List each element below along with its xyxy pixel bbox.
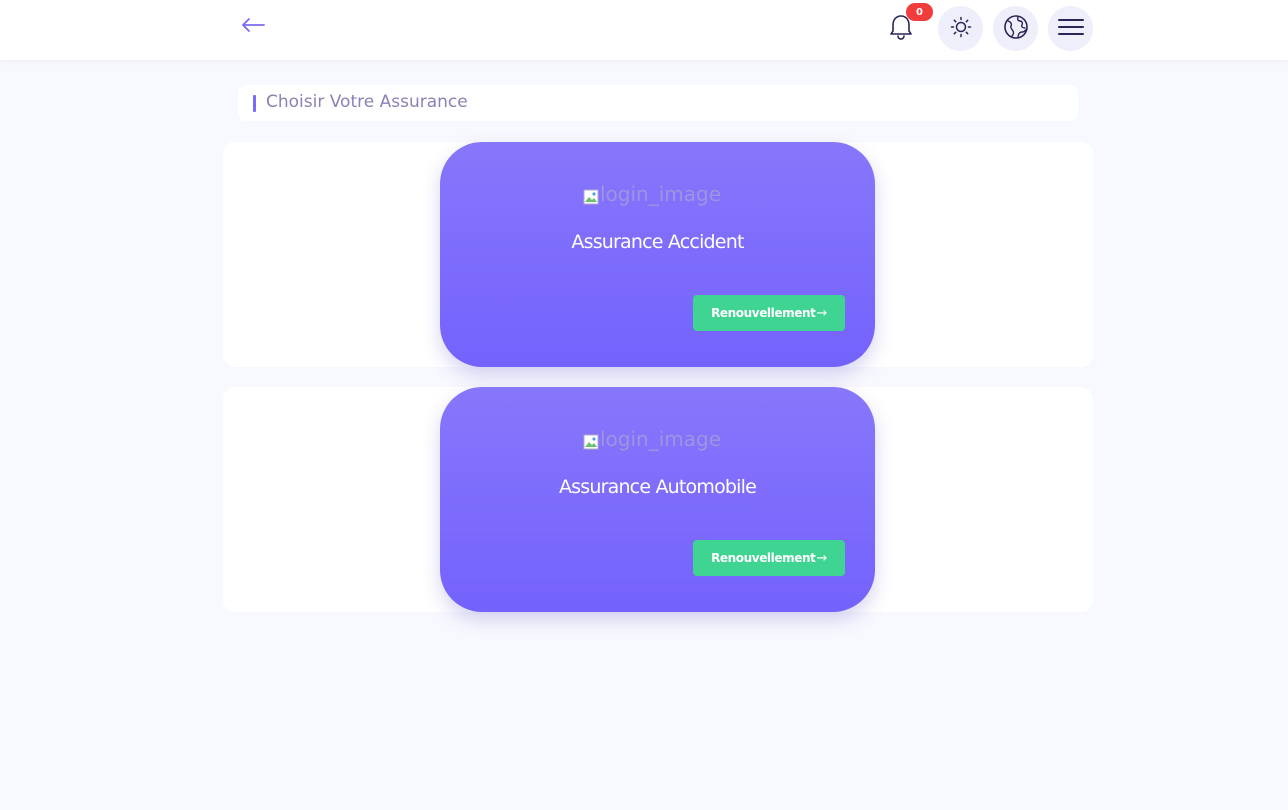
back-button[interactable] (238, 12, 268, 42)
broken-image-icon (583, 186, 599, 205)
renewal-button[interactable]: Renouvellement → (693, 540, 845, 576)
title-accent-bar (253, 95, 256, 112)
notification-count-badge: 0 (906, 3, 933, 21)
insurance-card-accident[interactable]: login_image Assurance Accident Renouvell… (440, 142, 875, 367)
top-navigation-bar: 0 (0, 0, 1288, 60)
page-title-bar: Choisir Votre Assurance (238, 85, 1078, 121)
language-button[interactable] (993, 6, 1038, 51)
hamburger-menu-icon (1057, 17, 1084, 41)
broken-image: login_image (583, 182, 733, 206)
card-title: Assurance Accident (571, 231, 744, 253)
sun-icon (950, 16, 972, 42)
image-alt-text: login_image (600, 427, 722, 451)
arrow-right-icon: → (816, 550, 827, 566)
renewal-button-label: Renouvellement (711, 551, 816, 565)
broken-image: login_image (583, 427, 733, 451)
renewal-button-label: Renouvellement (711, 306, 816, 320)
card-title: Assurance Automobile (558, 476, 757, 498)
globe-icon (1003, 14, 1029, 44)
arrow-left-icon (240, 17, 266, 37)
renewal-button[interactable]: Renouvellement → (693, 295, 845, 331)
menu-button[interactable] (1048, 6, 1093, 51)
page-title: Choisir Votre Assurance (266, 92, 468, 112)
theme-toggle-button[interactable] (938, 6, 983, 51)
insurance-card-automobile[interactable]: login_image Assurance Automobile Renouve… (440, 387, 875, 612)
image-alt-text: login_image (600, 182, 722, 206)
broken-image-icon (583, 431, 599, 450)
arrow-right-icon: → (816, 305, 827, 321)
